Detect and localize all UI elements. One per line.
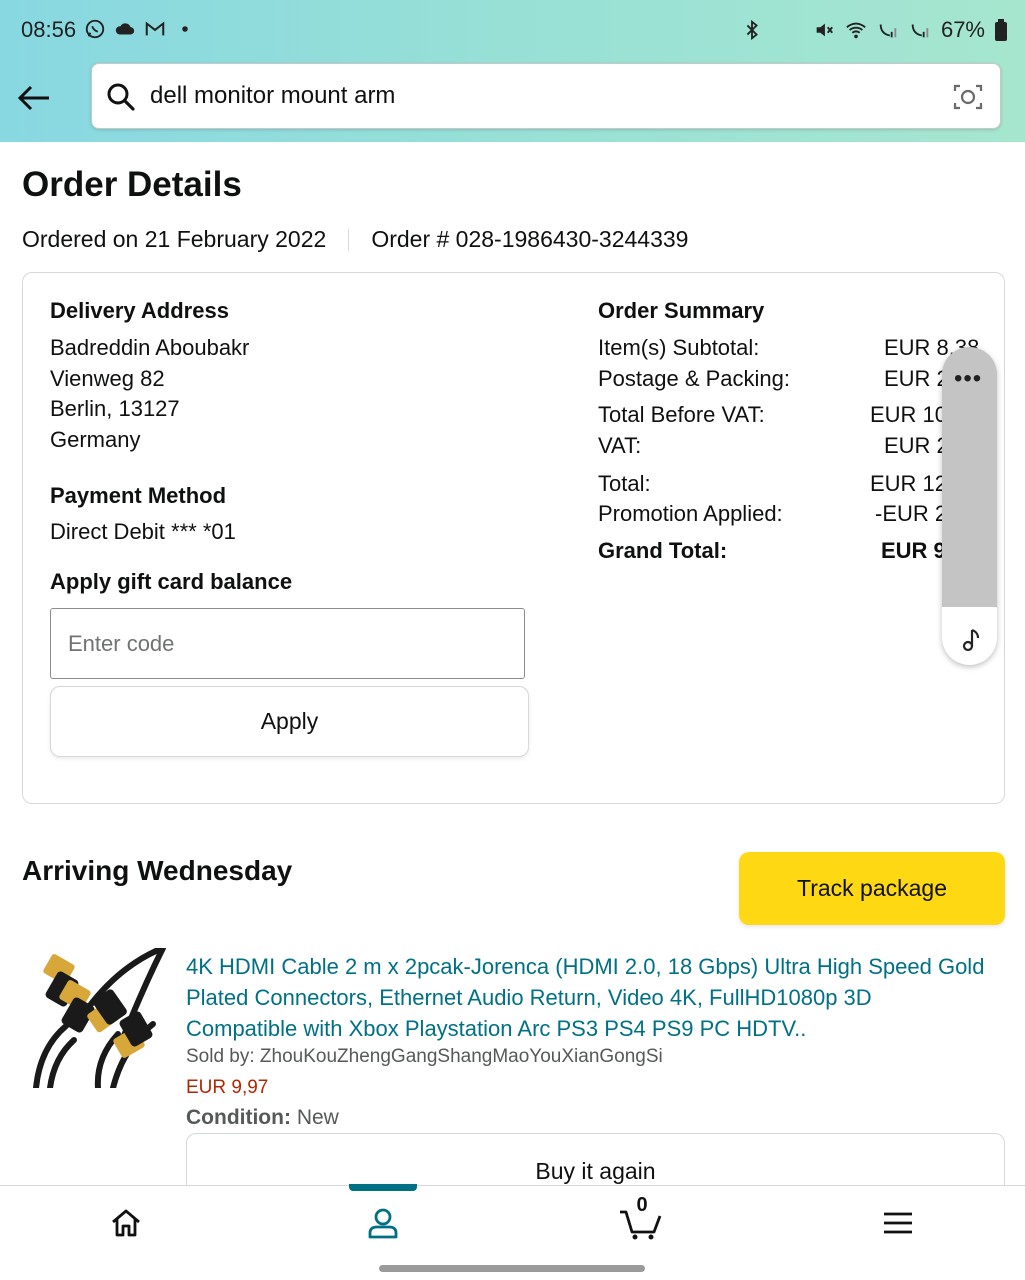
status-left-icons xyxy=(84,18,196,40)
back-arrow-icon xyxy=(17,85,49,111)
whatsapp-icon xyxy=(85,19,105,39)
hamburger-menu-icon xyxy=(884,1212,912,1234)
address-name: Badreddin Aboubakr xyxy=(50,335,250,360)
nav-account[interactable] xyxy=(353,1200,413,1246)
gift-card-heading: Apply gift card balance xyxy=(50,569,293,594)
back-button[interactable] xyxy=(14,78,54,118)
summary-value: EUR 12 xyxy=(870,471,948,496)
payment-method-heading: Payment Method xyxy=(50,483,227,508)
seller-name: Sold by: ZhouKouZhengGangShangMaoYouXian… xyxy=(186,1046,663,1067)
search-bar[interactable]: dell monitor mount arm xyxy=(91,63,1001,129)
panel-bottom-cap xyxy=(942,607,997,665)
nav-menu[interactable] xyxy=(868,1200,928,1246)
summary-row-total: Total: EUR 12 xyxy=(598,471,988,499)
order-summary-heading: Order Summary xyxy=(598,298,765,323)
active-tab-indicator xyxy=(349,1184,417,1191)
gesture-home-bar[interactable] xyxy=(379,1265,645,1272)
battery-icon xyxy=(995,19,1007,41)
summary-value: EUR 2 xyxy=(884,433,949,458)
search-input[interactable]: dell monitor mount arm xyxy=(150,82,395,110)
payment-method-value: Direct Debit *** *01 xyxy=(50,519,236,544)
address-city: Berlin, 13127 xyxy=(50,396,180,421)
account-icon xyxy=(368,1208,398,1239)
summary-value: -EUR 2 xyxy=(875,501,948,526)
summary-row-postage: Postage & Packing: EUR 2 xyxy=(598,366,988,394)
summary-row-before-vat: Total Before VAT: EUR 10 xyxy=(598,402,988,430)
ordered-date: Ordered on 21 February 2022 xyxy=(22,226,327,252)
camera-search-icon[interactable] xyxy=(952,81,984,113)
summary-row-promotion: Promotion Applied: -EUR 2 xyxy=(598,501,988,529)
summary-label: Item(s) Subtotal: xyxy=(598,335,760,360)
app-header: 08:56 67% dell monitor mount arm xyxy=(0,0,1025,142)
cloud-icon xyxy=(115,23,135,35)
order-meta: Ordered on 21 February 2022 Order # 028-… xyxy=(22,226,688,253)
floating-media-panel[interactable]: ••• xyxy=(942,347,997,665)
status-bar: 08:56 67% xyxy=(0,0,1025,60)
summary-label: Postage & Packing: xyxy=(598,366,791,391)
page-title: Order Details xyxy=(22,165,242,204)
wifi-icon xyxy=(846,22,866,39)
summary-label: Total: xyxy=(598,471,651,496)
address-country: Germany xyxy=(50,427,141,452)
delivery-address-heading: Delivery Address xyxy=(50,298,229,323)
condition-value: New xyxy=(296,1106,339,1129)
product-image[interactable] xyxy=(28,948,167,1088)
summary-value: EUR 9 xyxy=(881,538,946,563)
battery-percent: 67% xyxy=(940,17,985,42)
call-signal-2-icon xyxy=(911,24,929,38)
summary-value: EUR 2 xyxy=(884,366,949,391)
gmail-icon xyxy=(145,21,165,36)
summary-row-subtotal: Item(s) Subtotal: EUR 8,38 xyxy=(598,335,988,363)
summary-label: Grand Total: xyxy=(598,538,728,563)
summary-row-vat: VAT: EUR 2 xyxy=(598,433,988,461)
summary-label: Total Before VAT: xyxy=(598,402,765,427)
product-price: EUR 9,97 xyxy=(186,1077,269,1098)
track-package-button[interactable]: Track package xyxy=(739,852,1005,925)
nav-cart[interactable]: 0 xyxy=(610,1194,670,1246)
summary-value: EUR 10 xyxy=(870,402,948,427)
meta-divider xyxy=(348,228,350,251)
music-note-icon[interactable] xyxy=(958,627,982,653)
nav-home[interactable] xyxy=(96,1200,156,1246)
search-icon xyxy=(107,83,135,111)
bluetooth-icon xyxy=(746,19,758,41)
call-signal-1-icon xyxy=(879,24,897,38)
summary-row-grand-total: Grand Total: EUR 9 xyxy=(598,538,988,566)
home-icon xyxy=(112,1209,140,1237)
cart-count-badge: 0 xyxy=(636,1194,648,1216)
gift-code-input[interactable] xyxy=(50,608,525,679)
apply-button[interactable]: Apply xyxy=(50,686,529,757)
dot-icon xyxy=(182,26,188,32)
mute-icon xyxy=(816,23,833,37)
status-time: 08:56 xyxy=(21,17,77,42)
status-right-icons: 67% xyxy=(741,17,1007,43)
arrival-heading: Arriving Wednesday xyxy=(22,855,293,886)
product-title-link[interactable]: 4K HDMI Cable 2 m x 2pcak-Jorenca (HDMI … xyxy=(186,951,986,1044)
summary-label: Promotion Applied: xyxy=(598,501,783,526)
summary-label: VAT: xyxy=(598,433,642,458)
address-street: Vienweg 82 xyxy=(50,366,165,391)
condition-label: Condition: xyxy=(186,1106,291,1129)
order-details-card: Delivery Address Badreddin Aboubakr Vien… xyxy=(22,272,1005,804)
product-condition: Condition: New xyxy=(186,1106,339,1130)
order-number: Order # 028-1986430-3244339 xyxy=(371,226,689,252)
more-options-icon[interactable]: ••• xyxy=(954,365,982,393)
